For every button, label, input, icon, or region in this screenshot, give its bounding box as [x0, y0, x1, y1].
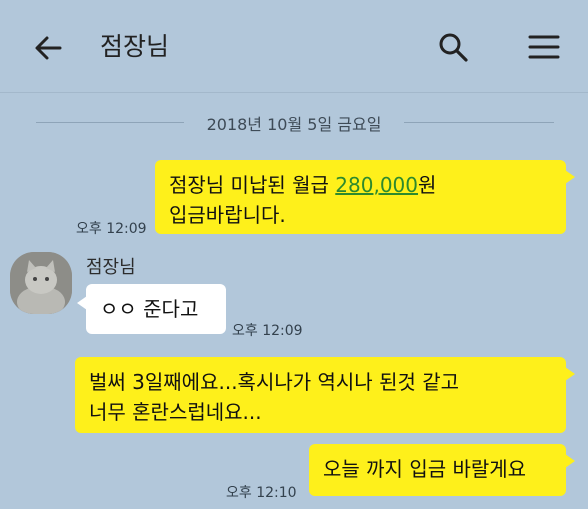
date-divider-text: 2018년 10월 5일 금요일 [206, 115, 382, 134]
message-line: 너무 혼란스럽네요... [89, 400, 262, 424]
message-bubble-mine[interactable]: 점장님 미납된 월급 280,000원 입금바랍니다. [155, 160, 575, 234]
divider-line-left [36, 122, 184, 123]
message-bubble-mine[interactable]: 오늘 까지 입금 바랄게요 [309, 444, 575, 496]
message-line: 점장님 미납된 월급 280,000원 [169, 170, 552, 200]
message-line: 벌써 3일째에요...혹시나가 역시나 된것 같고 [89, 370, 460, 394]
amount-part: 280 [335, 173, 374, 197]
message-time: 오후 12:10 [226, 485, 297, 501]
divider-line-right [404, 122, 554, 123]
search-icon[interactable] [436, 30, 470, 64]
sender-name: 점장님 [86, 257, 136, 278]
chat-header: 점장님 [0, 0, 588, 93]
message-bubble-mine[interactable]: 벌써 3일째에요...혹시나가 역시나 된것 같고 너무 혼란스럽네요... [75, 357, 575, 433]
message-time: 오후 12:09 [232, 323, 303, 339]
amount-link[interactable]: 280,000 [335, 173, 418, 197]
message-text: 원 [418, 173, 437, 197]
chat-title: 점장님 [100, 32, 170, 61]
amount-part: 000 [379, 173, 419, 197]
date-divider: 2018년 10월 5일 금요일 [0, 108, 588, 138]
message-text: 점장님 미납된 월급 [169, 173, 336, 197]
message-bubble-other[interactable]: ㅇㅇ 준다고 [77, 284, 226, 334]
cat-photo-icon [10, 252, 72, 314]
message-time: 오후 12:09 [76, 221, 147, 237]
back-arrow-icon[interactable] [30, 30, 66, 66]
hamburger-menu-icon[interactable] [526, 30, 562, 64]
message-line: 입금바랍니다. [169, 203, 286, 227]
avatar[interactable] [10, 252, 72, 314]
